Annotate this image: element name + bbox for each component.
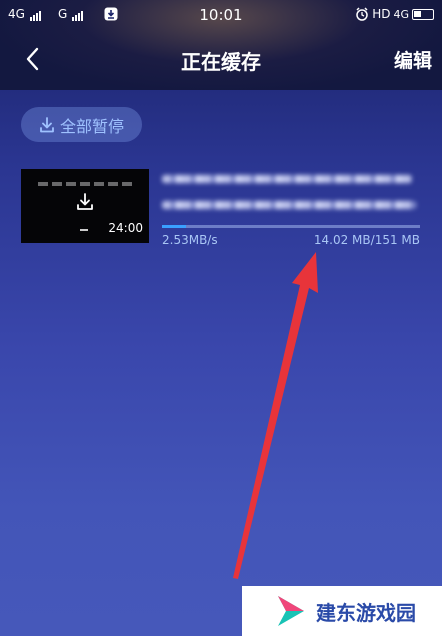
arrow-shape: [233, 252, 318, 579]
download-progress-fill: [162, 225, 186, 228]
video-thumbnail[interactable]: 24:00: [21, 169, 149, 243]
watermark-logo: [278, 596, 304, 626]
download-icon: [77, 193, 93, 210]
status-bar: 4G G 10:01 HD 4G: [0, 0, 442, 30]
watermark-text: 建东游戏园: [316, 600, 416, 625]
pause-all-label: 全部暂停: [59, 116, 124, 136]
video-duration: 24:00: [108, 221, 143, 235]
back-arrow-icon[interactable]: [18, 44, 48, 74]
alarm-icon: [356, 7, 368, 21]
thumbnail-mark: [80, 229, 88, 231]
status-right-group: HD 4G: [355, 7, 434, 21]
battery-icon: [412, 8, 434, 20]
nav-bar: 正在缓存 编辑: [0, 38, 442, 78]
video-title-blurred-line2: [162, 201, 416, 209]
edit-button[interactable]: 编辑: [394, 46, 432, 73]
download-progress-bar: [162, 225, 420, 228]
watermark: 建东游戏园: [242, 586, 442, 636]
video-title-blurred: [162, 175, 412, 183]
download-size: 14.02 MB/151 MB: [313, 233, 420, 247]
page-title: 正在缓存: [181, 50, 261, 74]
pause-all-button[interactable]: 全部暂停: [21, 107, 142, 142]
download-icon: [40, 116, 54, 132]
hd-label: HD: [372, 7, 391, 21]
annotation-arrow: [233, 252, 318, 579]
network-label: 4G: [393, 7, 409, 21]
download-item[interactable]: 24:00 2.53MB/s 14.02 MB/151 MB: [21, 169, 421, 247]
download-speed: 2.53MB/s: [162, 233, 218, 247]
thumbnail-blurred-text: [38, 182, 134, 186]
